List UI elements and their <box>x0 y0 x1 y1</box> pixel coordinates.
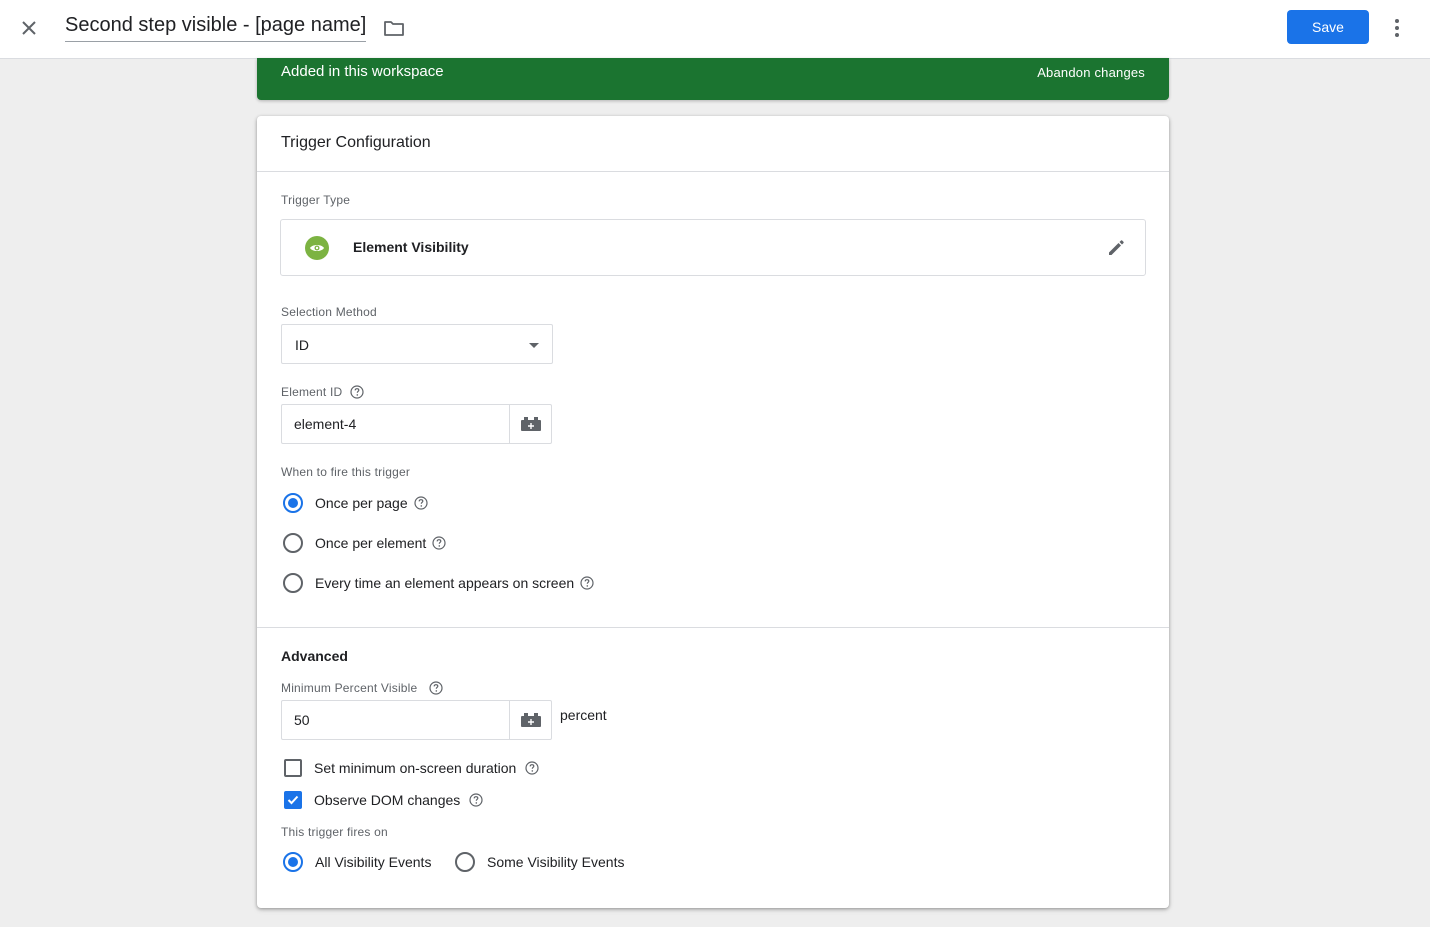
close-icon <box>22 21 36 35</box>
element-id-input[interactable] <box>282 405 511 443</box>
more-options-button[interactable] <box>1386 15 1408 41</box>
radio-button[interactable] <box>283 493 303 513</box>
selection-method-dropdown[interactable]: ID <box>281 324 553 364</box>
folder-button[interactable] <box>383 17 405 39</box>
radio-button[interactable] <box>283 573 303 593</box>
fire-option-label: Once per page <box>315 495 408 511</box>
observe-dom-label: Observe DOM changes <box>314 792 461 808</box>
radio-button[interactable] <box>283 852 303 872</box>
save-button[interactable]: Save <box>1287 10 1369 44</box>
trigger-configuration-card: Trigger Configuration Trigger Type Eleme… <box>257 116 1169 908</box>
trigger-type-label: Trigger Type <box>281 193 351 207</box>
radio-button[interactable] <box>455 852 475 872</box>
top-bar: Second step visible - [page name] Save <box>0 0 1430 59</box>
fire-trigger-label: When to fire this trigger <box>281 465 411 479</box>
section-divider <box>257 627 1169 628</box>
advanced-section-title: Advanced <box>281 648 348 664</box>
element-id-field <box>281 404 552 444</box>
element-id-label: Element ID <box>281 385 343 399</box>
fire-option-once-per-page[interactable]: Once per page <box>283 492 428 514</box>
insert-variable-button[interactable] <box>509 405 551 443</box>
variable-brick-icon <box>520 713 541 727</box>
fires-on-some-events[interactable]: Some Visibility Events <box>455 851 624 873</box>
trigger-type-selector[interactable]: Element Visibility <box>280 219 1146 276</box>
min-duration-label: Set minimum on-screen duration <box>314 760 517 776</box>
checkbox[interactable] <box>284 791 302 809</box>
radio-button[interactable] <box>283 533 303 553</box>
abandon-changes-link[interactable]: Abandon changes <box>1037 65 1145 80</box>
selection-method-value: ID <box>295 337 309 353</box>
more-vert-icon <box>1395 19 1399 37</box>
help-icon[interactable] <box>525 761 539 775</box>
fires-on-label: This trigger fires on <box>281 825 388 839</box>
edit-trigger-type-button[interactable] <box>1105 237 1127 259</box>
fire-option-label: Once per element <box>315 535 427 551</box>
fires-on-option-label: Some Visibility Events <box>487 854 625 870</box>
min-percent-label: Minimum Percent Visible <box>281 681 418 695</box>
fire-option-once-per-element[interactable]: Once per element <box>283 532 446 554</box>
help-icon[interactable] <box>432 536 446 550</box>
fires-on-option-label: All Visibility Events <box>315 854 432 870</box>
help-icon[interactable] <box>414 496 428 510</box>
pencil-icon <box>1109 240 1124 255</box>
eye-icon <box>305 236 329 260</box>
close-button[interactable] <box>16 15 42 41</box>
insert-variable-button[interactable] <box>509 701 551 739</box>
trigger-name-input[interactable]: Second step visible - [page name] <box>65 14 367 42</box>
checkmark-icon <box>287 795 299 805</box>
help-icon[interactable] <box>469 793 483 807</box>
trigger-type-name: Element Visibility <box>353 239 469 255</box>
help-icon[interactable] <box>580 576 594 590</box>
selection-method-label: Selection Method <box>281 305 377 319</box>
checkbox[interactable] <box>284 759 302 777</box>
card-title: Trigger Configuration <box>281 134 431 151</box>
fires-on-all-events[interactable]: All Visibility Events <box>283 851 431 873</box>
fire-option-every-time[interactable]: Every time an element appears on screen <box>283 572 594 594</box>
card-header: Trigger Configuration <box>257 116 1169 172</box>
fire-option-label: Every time an element appears on screen <box>315 575 575 591</box>
workspace-status-banner: Added in this workspace Abandon changes <box>257 58 1169 100</box>
observe-dom-option[interactable]: Observe DOM changes <box>284 790 483 810</box>
dropdown-arrow-icon <box>529 343 539 348</box>
folder-icon <box>384 21 404 36</box>
min-duration-option[interactable]: Set minimum on-screen duration <box>284 758 539 778</box>
min-percent-field <box>281 700 552 740</box>
help-icon[interactable] <box>429 681 443 695</box>
help-icon[interactable] <box>350 385 364 399</box>
percent-unit-label: percent <box>560 707 607 723</box>
variable-brick-icon <box>520 417 541 431</box>
min-percent-input[interactable] <box>282 701 511 739</box>
workspace-status-text: Added in this workspace <box>281 63 444 80</box>
